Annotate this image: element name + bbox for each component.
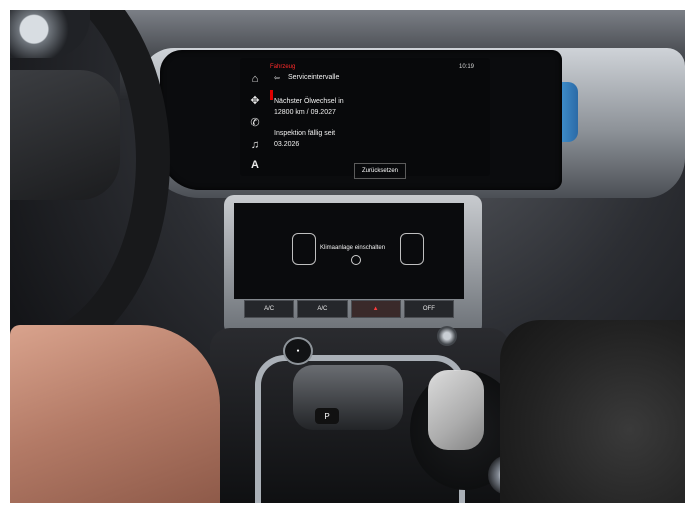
car-interior-photo: ⌂ ✥ ✆ ♫ A Fahrzeug 10:19 ⇦ Serviceinterv… (10, 10, 685, 503)
right-seat-heating-icon[interactable] (400, 233, 424, 265)
reset-button[interactable]: Zurücksetzen (354, 163, 406, 179)
clock: 10:19 (458, 64, 474, 70)
plastic-bag (428, 370, 484, 450)
home-icon[interactable]: ⌂ (248, 72, 262, 86)
hvac-a-c-max-button[interactable]: A/C (297, 300, 348, 318)
media-icon[interactable]: ♫ (248, 138, 262, 152)
vehicle-icon[interactable]: A (248, 158, 262, 172)
phone-icon[interactable]: ✆ (248, 116, 262, 130)
steering-wheel-hub (10, 70, 120, 200)
hvac-off-button[interactable]: OFF (403, 300, 454, 318)
navigation-icon[interactable]: ✥ (248, 94, 262, 108)
breadcrumb: Fahrzeug (270, 64, 296, 70)
page-title: Serviceintervalle (288, 74, 340, 81)
passenger-seat (500, 320, 685, 503)
gear-shifter[interactable] (293, 365, 403, 430)
oil-change-label: Nächster Ölwechsel in (274, 98, 344, 105)
start-stop-button[interactable]: ● (283, 337, 313, 365)
accent-bar (270, 90, 273, 100)
hvac-buttons: A/C A/C ▲ OFF (244, 300, 454, 318)
hazard-button[interactable]: ▲ (350, 300, 401, 318)
oil-change-value: 12800 km / 09.2027 (274, 109, 336, 116)
inspection-label: Inspektion fällig seit (274, 130, 336, 137)
climate-message: Klimaanlage einschalten (320, 245, 386, 251)
left-seat-heating-icon[interactable] (292, 233, 316, 265)
back-button[interactable]: ⇦ (274, 74, 280, 82)
inspection-value: 03.2026 (274, 141, 300, 148)
power-icon[interactable] (351, 255, 361, 265)
status-bar: Fahrzeug 10:19 (270, 64, 480, 74)
climate-display: Klimaanlage einschalten (234, 203, 464, 299)
volume-knob[interactable] (437, 326, 457, 346)
park-button[interactable]: P (315, 408, 339, 424)
hvac-a-c-button[interactable]: A/C (244, 300, 295, 318)
driver-knee (10, 325, 220, 503)
infotainment-sidebar: ⌂ ✥ ✆ ♫ A (246, 72, 264, 172)
